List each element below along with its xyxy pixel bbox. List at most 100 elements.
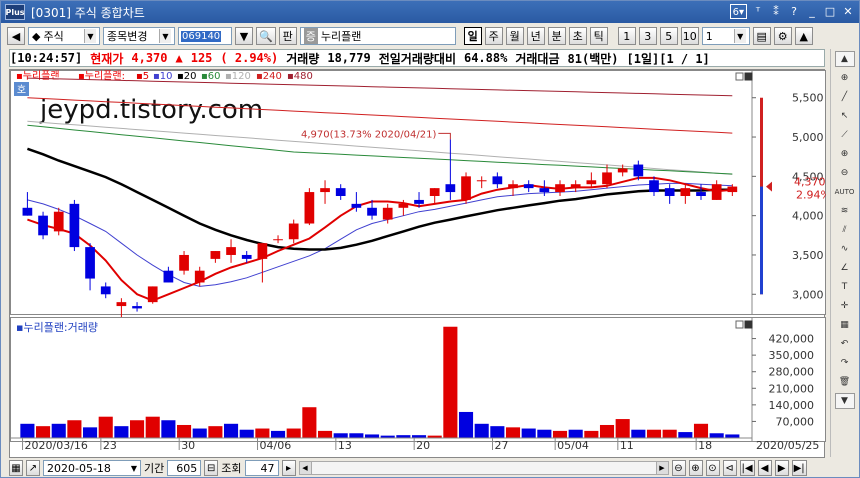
cross-icon[interactable]: ✛: [835, 298, 855, 314]
prev-stock-button[interactable]: ◀: [7, 27, 25, 45]
interval-select[interactable]: 1 ▼: [701, 27, 750, 45]
zoom-in-icon[interactable]: ⊕: [835, 146, 855, 162]
zoom-plus-icon[interactable]: ⊕: [688, 460, 703, 476]
stock-code-input[interactable]: 069140: [178, 27, 232, 45]
step-back-icon[interactable]: ⊲: [722, 460, 737, 476]
candle-body: [100, 286, 111, 295]
trend-line-icon[interactable]: ⟋: [835, 127, 855, 143]
period-tick-button[interactable]: 틱: [589, 27, 608, 45]
first-icon[interactable]: |◀: [739, 460, 755, 476]
last-icon[interactable]: ▶|: [791, 460, 807, 476]
chart-svg[interactable]: 5,5005,0004,5004,0003,5003,000jeypd.tist…: [10, 70, 831, 459]
fibonacci-icon[interactable]: ≋: [835, 203, 855, 219]
x-tick-label: 13: [338, 439, 352, 452]
candle-body: [53, 211, 64, 232]
candle-body: [288, 223, 299, 240]
add-indicator-icon[interactable]: ⊕: [835, 70, 855, 86]
period-minute-button[interactable]: 분: [547, 27, 566, 45]
volume-bar: [599, 424, 615, 438]
volume-bar: [83, 427, 98, 438]
zoom-minus-icon[interactable]: ⊖: [671, 460, 686, 476]
candle-body: [351, 203, 362, 208]
close-button[interactable]: ✕: [841, 4, 855, 19]
pointer-icon[interactable]: ↖: [835, 108, 855, 124]
market-select[interactable]: ◆ 주식 ▼: [28, 27, 100, 45]
volume-bar: [615, 419, 630, 438]
period-year-button[interactable]: 년: [526, 27, 545, 45]
zoom-out-icon[interactable]: ⊖: [835, 165, 855, 181]
trash-icon[interactable]: 🗑: [835, 374, 855, 390]
channel-icon[interactable]: ⫽: [835, 222, 855, 238]
calendar-icon[interactable]: ▦: [9, 460, 23, 476]
period-month-button[interactable]: 월: [505, 27, 524, 45]
candle-body: [539, 188, 550, 193]
scroll-down-icon[interactable]: ▼: [834, 393, 855, 409]
interval-1-button[interactable]: 1: [617, 27, 636, 45]
x-tick-label: 27: [495, 439, 509, 452]
period-day-button[interactable]: 일: [463, 27, 482, 45]
candle-body: [555, 184, 565, 193]
chart-area[interactable]: 5,500 5,000 4,500 4,000 3,500 3,000 jeypd.tist…: [9, 69, 831, 459]
minimize-button[interactable]: _: [805, 4, 819, 19]
next-icon[interactable]: ▶: [774, 460, 789, 476]
collapse-button[interactable]: ▲: [794, 27, 813, 45]
period-second-button[interactable]: 초: [568, 27, 587, 45]
period-week-button[interactable]: 주: [484, 27, 503, 45]
text-icon[interactable]: T: [835, 279, 855, 295]
candle-body: [586, 180, 597, 185]
undo-icon[interactable]: ↶: [835, 336, 855, 352]
volume-bar: [709, 433, 724, 438]
lookup-spin-button[interactable]: ▸: [281, 460, 296, 476]
ban-button[interactable]: 판: [278, 27, 297, 45]
screen-count-button[interactable]: 6▾: [729, 4, 747, 19]
volume-bar: [145, 416, 160, 438]
lookup-input[interactable]: 47: [244, 460, 279, 476]
app-logo: Plus: [5, 4, 25, 20]
interval-3-button[interactable]: 3: [638, 27, 657, 45]
code-dropdown-button[interactable]: ▼: [235, 27, 253, 45]
window-title: [0301] 주식 종합차트: [31, 5, 145, 20]
prev-icon[interactable]: ◀: [757, 460, 772, 476]
date-field[interactable]: 2020-05-18 ▼: [43, 460, 141, 476]
price-tick-label: 5,000: [792, 131, 824, 144]
help-icon[interactable]: ?: [787, 4, 801, 19]
candle-body: [335, 188, 346, 196]
auto-icon[interactable]: AUTO: [835, 184, 855, 200]
scroll-right-icon[interactable]: ▶: [655, 462, 668, 474]
lookup-icon[interactable]: ⊟: [204, 460, 219, 476]
candle-body: [461, 176, 471, 200]
line-chart-icon[interactable]: ╱: [835, 89, 855, 105]
interval-5-button[interactable]: 5: [659, 27, 678, 45]
link-icon[interactable]: ⁑: [769, 4, 783, 19]
volume-bar: [302, 407, 317, 438]
maximize-button[interactable]: □: [823, 4, 837, 19]
save-icon[interactable]: ▤: [752, 27, 771, 45]
candle-body: [22, 207, 33, 216]
current-time: [10:24:57]: [10, 51, 83, 65]
candle-body: [320, 188, 330, 193]
amount-value: 81(백만): [567, 51, 619, 66]
stock-name-field[interactable]: 증 누리플랜: [299, 27, 456, 45]
candle-body: [304, 192, 315, 224]
period-input[interactable]: 605: [167, 460, 202, 476]
candle-body: [414, 199, 424, 204]
cursor-icon[interactable]: ↗: [26, 460, 40, 476]
candle-body: [241, 254, 252, 259]
redo-icon[interactable]: ↷: [835, 355, 855, 371]
interval-10-button[interactable]: 10: [680, 27, 699, 45]
volume-tick-label: 280,000: [769, 366, 815, 379]
current-pct-marker: 2.94%: [796, 189, 826, 202]
horizontal-scrollbar[interactable]: ◀ ▶: [298, 461, 669, 475]
grid-icon[interactable]: ▦: [835, 317, 855, 333]
wave-icon[interactable]: ∿: [835, 241, 855, 257]
volume-bar: [443, 326, 458, 438]
search-button[interactable]: 🔍: [256, 27, 276, 45]
volume-bar: [255, 428, 270, 438]
search-mode-select[interactable]: 종목변경 ▼: [103, 27, 175, 45]
zoom-reset-icon[interactable]: ⊙: [705, 460, 720, 476]
angle-icon[interactable]: ∠: [835, 260, 855, 276]
scroll-left-icon[interactable]: ◀: [299, 462, 312, 474]
pin-icon[interactable]: ᵀ: [751, 4, 765, 19]
settings-icon[interactable]: ⚙: [773, 27, 792, 45]
expand-icon[interactable]: ▲: [834, 51, 855, 67]
